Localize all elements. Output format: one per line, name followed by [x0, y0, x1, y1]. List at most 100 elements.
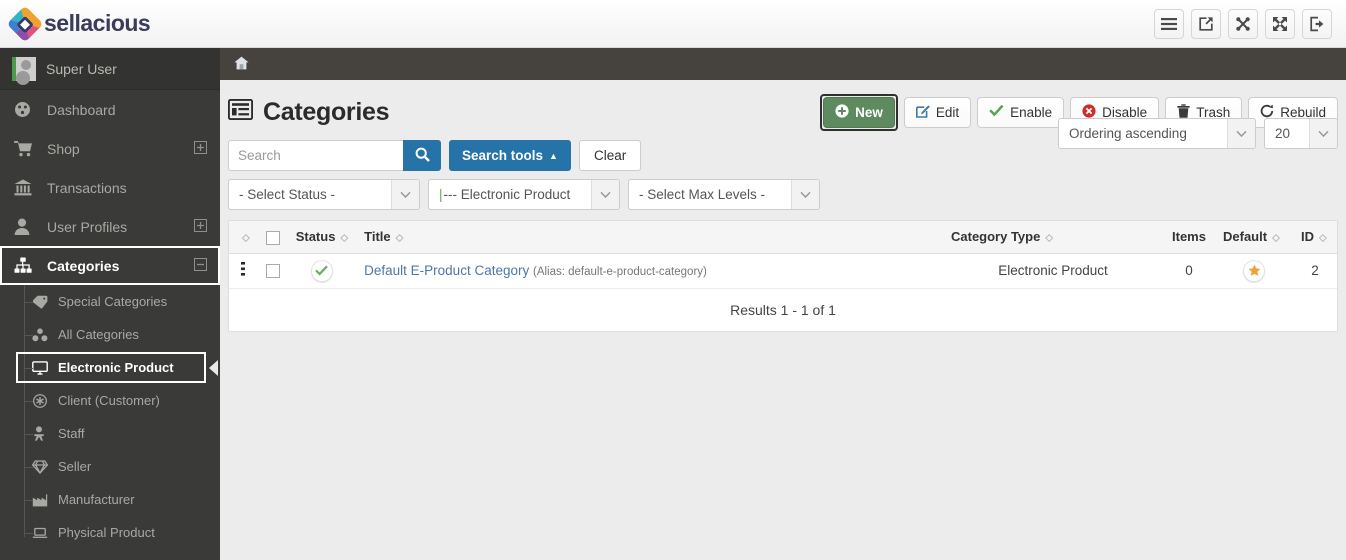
sidebar-user[interactable]: Super User: [0, 48, 220, 90]
chevron-down-icon[interactable]: [391, 180, 419, 209]
row-category-type: Electronic Product: [943, 253, 1163, 289]
new-button-focus-ring: New: [820, 93, 898, 131]
row-status-cell: [287, 253, 357, 289]
top-bar-icon-group: [1154, 8, 1332, 39]
categories-table: ⬦ Status ⬦ Title ⬦ Category Type ⬦ Items…: [229, 221, 1337, 289]
col-id-label: ID: [1301, 228, 1314, 244]
status-filter[interactable]: - Select Status -: [228, 179, 420, 210]
fullscreen-icon[interactable]: [1265, 8, 1295, 39]
dashboard-icon: [14, 101, 38, 118]
sidebar-subnav: Special Categories All Categories Electr…: [0, 285, 220, 549]
sidebar-item-staff[interactable]: Staff: [0, 417, 220, 450]
clear-button-label: Clear: [593, 148, 627, 163]
category-title-link[interactable]: Default E-Product Category: [364, 263, 529, 278]
col-category-type[interactable]: Category Type ⬦: [943, 221, 1163, 254]
limit-select[interactable]: 20: [1264, 118, 1338, 149]
search-input[interactable]: [228, 140, 403, 171]
max-levels-filter[interactable]: - Select Max Levels -: [628, 179, 820, 210]
search-button[interactable]: [403, 140, 441, 171]
col-default[interactable]: Default ⬦: [1215, 221, 1293, 254]
menu-icon[interactable]: [1154, 8, 1184, 39]
search-tools-button[interactable]: Search tools ▲: [449, 140, 571, 171]
table-row[interactable]: Default E-Product Category (Alias: defau…: [229, 253, 1337, 289]
collapse-icon[interactable]: [194, 257, 207, 274]
sidebar-user-name: Super User: [46, 60, 117, 77]
sidebar-item-dashboard[interactable]: Dashboard: [0, 90, 220, 129]
filter-panel: Search tools ▲ Clear - Select Status - |…: [228, 118, 1338, 210]
col-title[interactable]: Title ⬦: [356, 221, 943, 254]
category-filter[interactable]: | --- Electronic Product: [428, 179, 620, 210]
sidebar-subitem-label: Special Categories: [58, 294, 168, 309]
sort-icon: ⬦: [242, 231, 250, 244]
enable-button-label: Enable: [1010, 104, 1053, 120]
sidebar-item-all-categories[interactable]: All Categories: [0, 318, 220, 351]
selection-pointer-icon: [209, 359, 218, 376]
sort-icon: ⬦: [1319, 231, 1327, 244]
col-status-label: Status: [295, 228, 336, 244]
diamond-logo-icon: [6, 5, 44, 42]
plus-circle-icon: [835, 103, 849, 121]
sidebar: Super User Dashboard Shop Transactions U…: [0, 48, 220, 560]
category-alias: (Alias: default-e-product-category): [533, 266, 707, 278]
clear-button[interactable]: Clear: [578, 140, 642, 171]
sidebar-item-electronic-product[interactable]: Electronic Product: [0, 351, 220, 384]
sidebar-item-physical-product[interactable]: Physical Product: [0, 516, 220, 549]
ordering-select[interactable]: Ordering ascending: [1058, 118, 1256, 149]
row-items-count: 0: [1163, 253, 1215, 289]
sort-icon: ⬦: [1272, 231, 1280, 244]
col-items-label: Items: [1172, 229, 1206, 245]
sidebar-item-label: Shop: [47, 140, 80, 157]
col-items: Items: [1163, 221, 1215, 254]
select-all-checkbox[interactable]: [265, 230, 280, 245]
cart-icon: [14, 140, 38, 157]
monitor-icon: [32, 360, 52, 375]
top-bar: sellacious: [0, 0, 1346, 48]
main-content: Categories New Edit Enable Disable Trash…: [220, 48, 1346, 560]
row-select-cell: [257, 253, 288, 289]
row-drag-handle[interactable]: [229, 253, 258, 289]
sidebar-item-user-profiles[interactable]: User Profiles: [0, 207, 220, 246]
joomla-icon[interactable]: [1228, 8, 1258, 39]
brand-name: sellacious: [44, 10, 151, 36]
sidebar-item-categories[interactable]: Categories: [0, 246, 220, 285]
external-link-icon[interactable]: [1191, 8, 1221, 39]
chevron-down-icon[interactable]: [791, 180, 819, 209]
diamond-icon: [32, 459, 52, 474]
chevron-down-icon[interactable]: [1309, 119, 1337, 148]
enable-button[interactable]: Enable: [977, 96, 1065, 128]
bank-icon: [14, 179, 38, 196]
col-status[interactable]: Status ⬦: [287, 221, 357, 254]
sidebar-item-shop[interactable]: Shop: [0, 129, 220, 168]
sidebar-item-client-customer[interactable]: Client (Customer): [0, 384, 220, 417]
cubes-icon: [32, 327, 52, 342]
ordering-select-value: Ordering ascending: [1069, 126, 1187, 141]
expand-icon[interactable]: [194, 218, 207, 235]
content-area: Categories New Edit Enable Disable Trash…: [220, 80, 1346, 332]
sidebar-subitem-label: Electronic Product: [58, 360, 174, 375]
limit-select-value: 20: [1275, 126, 1291, 141]
max-levels-filter-value: - Select Max Levels -: [639, 187, 766, 202]
row-default-cell: [1215, 253, 1293, 289]
new-button-label: New: [855, 104, 883, 120]
status-filter-value: - Select Status -: [239, 187, 336, 202]
new-button[interactable]: New: [823, 96, 895, 128]
star-icon[interactable]: [1243, 259, 1265, 282]
filter-select-row: - Select Status - | --- Electronic Produc…: [228, 179, 1338, 210]
expand-icon[interactable]: [194, 140, 207, 157]
edit-button[interactable]: Edit: [903, 96, 972, 128]
sidebar-item-manufacturer[interactable]: Manufacturer: [0, 483, 220, 516]
row-checkbox[interactable]: [265, 264, 280, 279]
brand-logo[interactable]: sellacious: [6, 5, 151, 42]
check-circle-icon[interactable]: [310, 259, 333, 282]
breadcrumb: [220, 48, 1346, 80]
col-ordering[interactable]: ⬦: [229, 221, 258, 254]
chevron-down-icon[interactable]: [1227, 119, 1255, 148]
sidebar-item-seller[interactable]: Seller: [0, 450, 220, 483]
row-id: 2: [1293, 253, 1337, 289]
chevron-down-icon[interactable]: [591, 180, 619, 209]
sidebar-item-transactions[interactable]: Transactions: [0, 168, 220, 207]
col-id[interactable]: ID ⬦: [1293, 221, 1337, 254]
logout-icon[interactable]: [1302, 8, 1332, 39]
sidebar-item-special-categories[interactable]: Special Categories: [0, 285, 220, 318]
home-icon[interactable]: [234, 56, 249, 73]
